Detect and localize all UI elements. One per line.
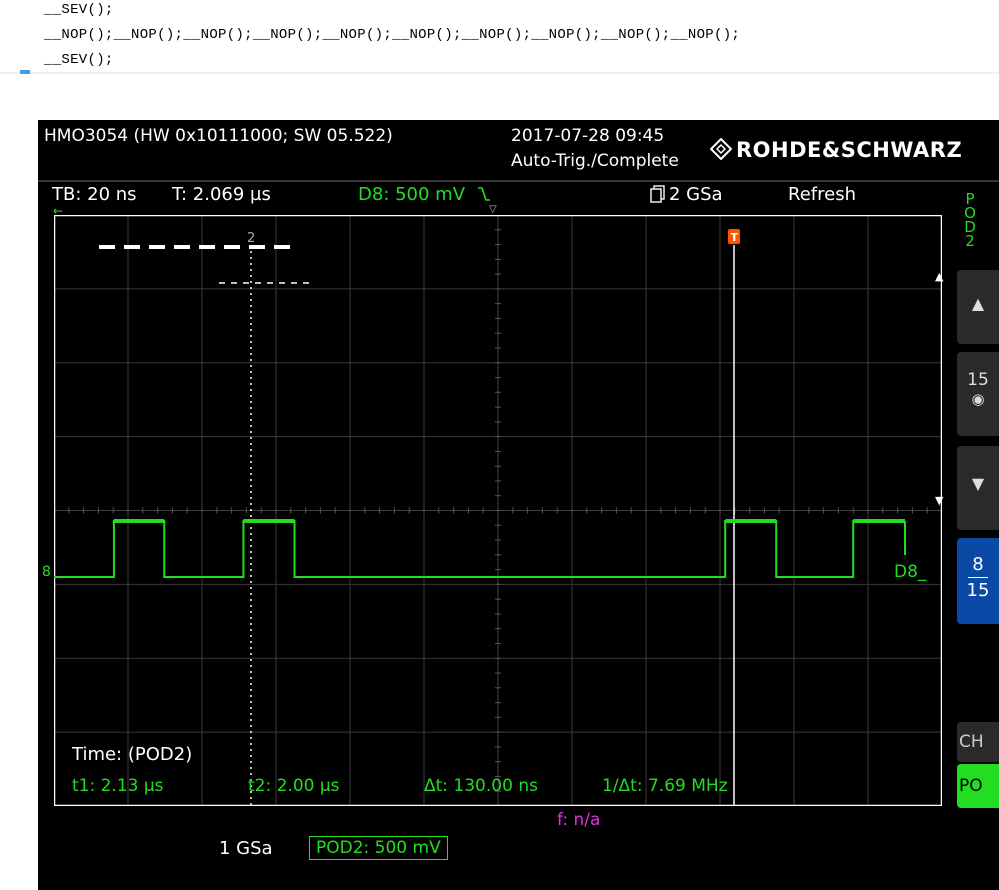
trigger-marker[interactable]: T bbox=[728, 229, 740, 244]
code-line-3: __SEV(); bbox=[44, 52, 114, 68]
down-arrow-icon: ▼ bbox=[971, 474, 985, 493]
trigger-source-readout[interactable]: D8: 500 mV bbox=[358, 184, 491, 205]
channel-label-left: 8 bbox=[42, 564, 51, 580]
sample-rate-label: 2 GSa bbox=[669, 184, 723, 205]
t1-readout: t1: 2.13 µs bbox=[72, 776, 164, 796]
sample-rate-readout[interactable]: 2 GSa bbox=[650, 184, 723, 205]
measurement-title: Time: (POD2) bbox=[71, 744, 192, 765]
trigger-position-arrow-icon: ▽ bbox=[489, 204, 497, 215]
scroll-down-small-icon: ▼ bbox=[935, 494, 944, 507]
rohde-schwarz-diamond-icon bbox=[710, 138, 732, 160]
brand-name: ROHDE&SCHWARZ bbox=[736, 138, 963, 162]
channel-current: 8 bbox=[972, 554, 984, 575]
channel-total: 15 bbox=[966, 580, 990, 601]
channel-scroll-knob[interactable]: 15 ◉ bbox=[957, 352, 999, 436]
scroll-down-button[interactable]: ▼ bbox=[957, 446, 999, 530]
po-tab-label: PO bbox=[959, 776, 983, 796]
info-bar-divider bbox=[38, 180, 999, 182]
scroll-value: 15 bbox=[967, 370, 989, 390]
memory-icon bbox=[650, 185, 665, 203]
graticule bbox=[54, 215, 942, 806]
po-tab[interactable]: PO bbox=[957, 764, 999, 808]
channel-divider bbox=[968, 577, 988, 578]
pod-vertical-text: POD2 bbox=[964, 190, 976, 250]
trigger-position-readout[interactable]: T: 2.069 µs bbox=[172, 184, 271, 205]
scroll-up-button[interactable]: ▲ bbox=[957, 270, 999, 344]
pod-vertical-label: POD2 bbox=[963, 190, 977, 250]
channel-label-right: D8_ bbox=[894, 562, 927, 582]
d8-trace bbox=[54, 519, 906, 578]
code-line-2: __NOP();__NOP();__NOP();__NOP();__NOP();… bbox=[44, 27, 741, 43]
current-line-highlight bbox=[0, 72, 999, 74]
ch-tab[interactable]: CH bbox=[957, 722, 999, 762]
waveform-display[interactable]: 2 T D8_ Time: (POD2) t1: 2.13 µs t2: 2.0… bbox=[54, 215, 942, 806]
delta-t-readout: Δt: 130.00 ns bbox=[424, 776, 538, 796]
pod-setting-box[interactable]: POD2: 500 mV bbox=[309, 836, 448, 860]
acquisition-rate: 1 GSa bbox=[219, 838, 273, 859]
trigger-source-label: D8: 500 mV bbox=[358, 184, 466, 205]
up-arrow-icon: ▲ bbox=[971, 294, 985, 313]
trigger-time-arrow-icon: ← bbox=[53, 204, 64, 218]
falling-edge-icon bbox=[477, 187, 490, 201]
knob-icon: ◉ bbox=[971, 390, 985, 408]
line-marker bbox=[20, 70, 30, 74]
cursor-2[interactable]: 2 bbox=[247, 231, 255, 806]
brand-logo: ROHDE&SCHWARZ bbox=[710, 138, 962, 162]
scroll-up-small-icon: ▲ bbox=[935, 270, 944, 283]
trigger-marker-label: T bbox=[731, 231, 739, 244]
code-line-1: __SEV(); bbox=[44, 2, 114, 18]
code-editor: __SEV(); __NOP();__NOP();__NOP();__NOP()… bbox=[0, 0, 999, 76]
inverse-delta-t-readout: 1/Δt: 7.69 MHz bbox=[602, 776, 728, 796]
acquisition-mode[interactable]: Refresh bbox=[788, 184, 856, 205]
trace-line bbox=[54, 520, 905, 578]
t2-readout: t2: 2.00 µs bbox=[248, 776, 340, 796]
datetime: 2017-07-28 09:45 bbox=[511, 126, 665, 146]
channel-selector[interactable]: 8 15 bbox=[957, 538, 999, 624]
device-title: HMO3054 (HW 0x10111000; SW 05.522) bbox=[44, 126, 393, 146]
trigger-status: Auto-Trig./Complete bbox=[511, 151, 679, 171]
timebase-readout[interactable]: TB: 20 ns bbox=[52, 184, 137, 205]
oscilloscope-screen: HMO3054 (HW 0x10111000; SW 05.522) 2017-… bbox=[38, 120, 999, 890]
ch-tab-label: CH bbox=[959, 732, 984, 752]
cursor-2-label: 2 bbox=[247, 231, 255, 246]
frequency-readout: f: n/a bbox=[557, 810, 601, 830]
